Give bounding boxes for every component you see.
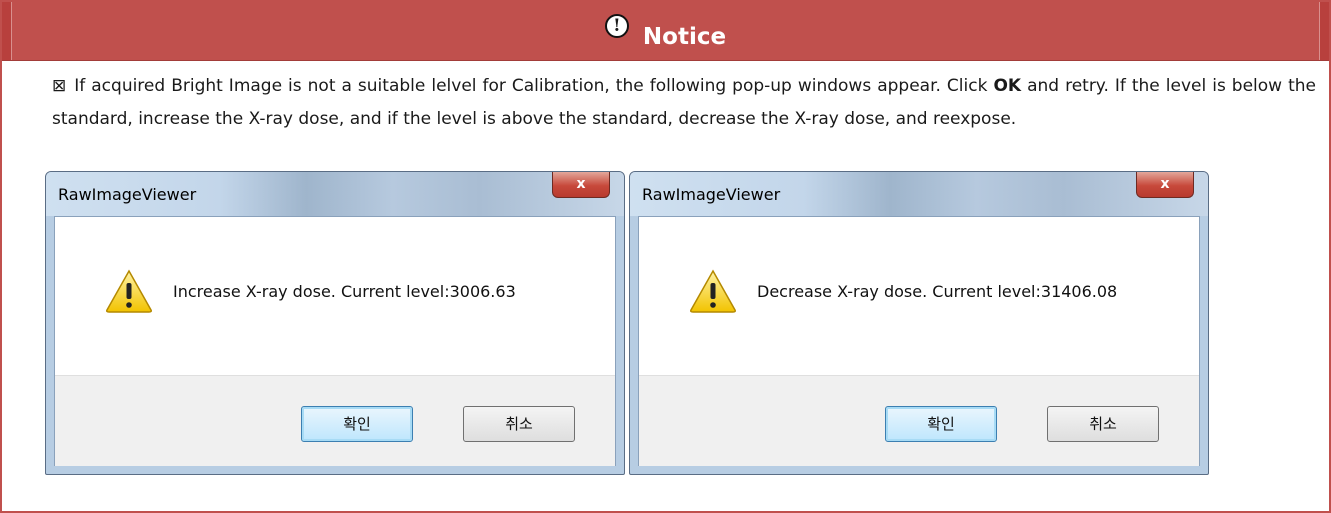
notice-paragraph: ⊠ If acquired Bright Image is not a suita… (52, 70, 1316, 136)
dialog-title: RawImageViewer (642, 185, 781, 204)
dialog-titlebar: RawImageViewer x (630, 172, 1208, 216)
alert-circle-icon: ! (604, 14, 629, 38)
dialog-client: Decrease X-ray dose. Current level:31406… (638, 216, 1200, 466)
ok-button[interactable]: 확인 (301, 406, 413, 442)
warning-icon (690, 269, 736, 313)
close-button[interactable]: x (552, 172, 610, 198)
close-button[interactable]: x (1136, 172, 1194, 198)
cancel-button[interactable]: 취소 (463, 406, 575, 442)
bullet-checkbox-icon: ⊠ (52, 76, 67, 96)
ok-button[interactable]: 확인 (885, 406, 997, 442)
dialog-title: RawImageViewer (58, 185, 197, 204)
message-area: Increase X-ray dose. Current level:3006.… (55, 217, 615, 375)
dialog-message: Decrease X-ray dose. Current level:31406… (757, 282, 1118, 301)
notice-header-content: ! Notice (2, 2, 1329, 60)
notice-title: Notice (642, 24, 727, 50)
button-area: 확인 취소 (639, 375, 1199, 466)
ok-emphasis: OK (993, 76, 1022, 96)
message-area: Decrease X-ray dose. Current level:31406… (639, 217, 1199, 375)
cancel-button[interactable]: 취소 (1047, 406, 1159, 442)
button-area: 확인 취소 (55, 375, 615, 466)
warning-icon (106, 269, 152, 313)
dialog-client: Increase X-ray dose. Current level:3006.… (54, 216, 616, 466)
dialog-message: Increase X-ray dose. Current level:3006.… (173, 282, 516, 301)
paragraph-text-1: If acquired Bright Image is not a suitab… (74, 76, 994, 96)
dialog-increase-dose: RawImageViewer x Increase X-ray dose. Cu… (45, 171, 625, 475)
notice-header: ! Notice (2, 2, 1329, 61)
dialog-titlebar: RawImageViewer x (46, 172, 624, 216)
dialog-decrease-dose: RawImageViewer x Decrease X-ray dose. Cu… (629, 171, 1209, 475)
